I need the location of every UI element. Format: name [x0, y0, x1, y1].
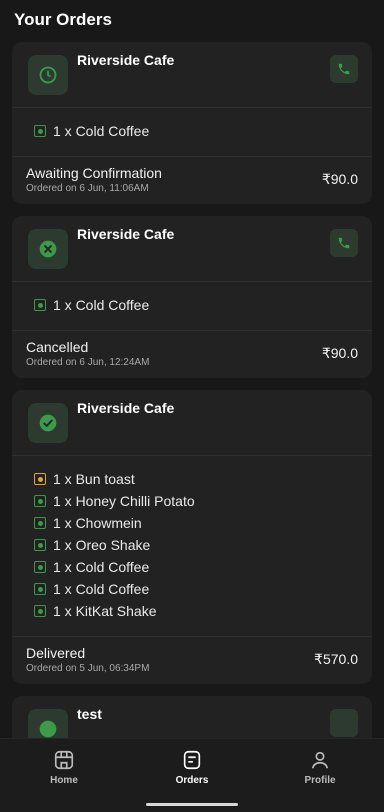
veg-indicator-icon [34, 605, 46, 617]
item-label: 1 x Cold Coffee [53, 297, 150, 313]
order-status: Delivered [26, 645, 86, 661]
order-date: Ordered on 6 Jun, 11:06AM [26, 183, 149, 194]
call-button[interactable] [330, 55, 358, 83]
header: Your Orders [0, 0, 384, 42]
order-card-header: Riverside Cafe [12, 390, 372, 456]
order-footer: Delivered Ordered on 5 Jun, 06:34PM ₹570… [12, 637, 372, 684]
list-item: 1 x Cold Coffee [34, 556, 372, 578]
item-label: 1 x Cold Coffee [53, 559, 150, 575]
list-item: 1 x Chowmein [34, 512, 372, 534]
item-label: 1 x KitKat Shake [53, 603, 157, 619]
order-footer: Cancelled Ordered on 6 Jun, 12:24AM ₹90.… [12, 331, 372, 378]
veg-indicator-icon [34, 561, 46, 573]
order-card[interactable]: Riverside Cafe 1 x Cold Coffee Cancelled… [12, 216, 372, 378]
item-label: 1 x Cold Coffee [53, 123, 150, 139]
cafe-name: Riverside Cafe [77, 400, 175, 416]
item-label: 1 x Oreo Shake [53, 537, 151, 553]
item-label: 1 x Honey Chilli Potato [53, 493, 195, 509]
order-amount: ₹90.0 [321, 171, 358, 187]
item-label: 1 x Cold Coffee [53, 581, 150, 597]
page-title: Your Orders [14, 10, 112, 29]
order-items: 1 x Bun toast 1 x Honey Chilli Potato 1 … [12, 456, 372, 637]
list-item: 1 x Oreo Shake [34, 534, 372, 556]
order-items: 1 x Cold Coffee [12, 282, 372, 331]
order-card-header: Riverside Cafe [12, 42, 372, 108]
order-date: Ordered on 6 Jun, 12:24AM [26, 357, 150, 368]
order-card-header: Riverside Cafe [12, 216, 372, 282]
order-status: Cancelled [26, 339, 89, 355]
call-button[interactable] [330, 229, 358, 257]
order-amount: ₹90.0 [321, 345, 358, 361]
item-label: 1 x Chowmein [53, 515, 142, 531]
order-card[interactable]: Riverside Cafe 1 x Bun toast 1 x Honey C… [12, 390, 372, 684]
nav-profile[interactable]: Profile [280, 749, 360, 812]
veg-indicator-icon [34, 539, 46, 551]
order-status: Awaiting Confirmation [26, 165, 162, 181]
clock-icon [28, 54, 68, 95]
cafe-name: Riverside Cafe [77, 226, 175, 242]
nav-orders-label: Orders [175, 775, 209, 786]
cafe-name: Riverside Cafe [77, 52, 175, 68]
list-item: 1 x Cold Coffee [34, 120, 372, 142]
list-item: 1 x Cold Coffee [34, 294, 372, 316]
item-label: 1 x Bun toast [53, 471, 135, 487]
veg-indicator-icon [34, 125, 46, 137]
profile-icon [311, 751, 329, 769]
store-icon [54, 750, 74, 770]
veg-indicator-icon [34, 583, 46, 595]
order-card[interactable]: Riverside Cafe 1 x Cold Coffee Awaiting … [12, 42, 372, 204]
list-item: 1 x Honey Chilli Potato [34, 490, 372, 512]
order-footer: Awaiting Confirmation Ordered on 6 Jun, … [12, 157, 372, 204]
veg-indicator-icon [34, 299, 46, 311]
order-date: Ordered on 5 Jun, 06:34PM [26, 663, 150, 674]
veg-indicator-icon [34, 517, 46, 529]
list-item: 1 x Bun toast [34, 468, 372, 490]
phone-icon [338, 237, 350, 249]
phone-icon [338, 63, 350, 75]
nav-home-label: Home [50, 775, 78, 786]
home-indicator [146, 803, 238, 806]
veg-indicator-icon [34, 495, 46, 507]
order-items: 1 x Cold Coffee [12, 108, 372, 157]
nav-home[interactable]: Home [24, 749, 104, 812]
cafe-name: test [77, 706, 102, 722]
list-item: 1 x KitKat Shake [34, 600, 372, 622]
orders-icon [183, 750, 201, 770]
list-item: 1 x Cold Coffee [34, 578, 372, 600]
x-circle-icon [28, 228, 68, 269]
order-amount: ₹570.0 [314, 651, 358, 667]
orders-list: Riverside Cafe 1 x Cold Coffee Awaiting … [0, 42, 384, 762]
bottom-nav: Home Orders Profile [0, 738, 384, 812]
call-button[interactable] [330, 709, 358, 737]
nonveg-indicator-icon [34, 473, 46, 485]
nav-profile-label: Profile [304, 775, 336, 786]
check-circle-icon [28, 402, 68, 443]
